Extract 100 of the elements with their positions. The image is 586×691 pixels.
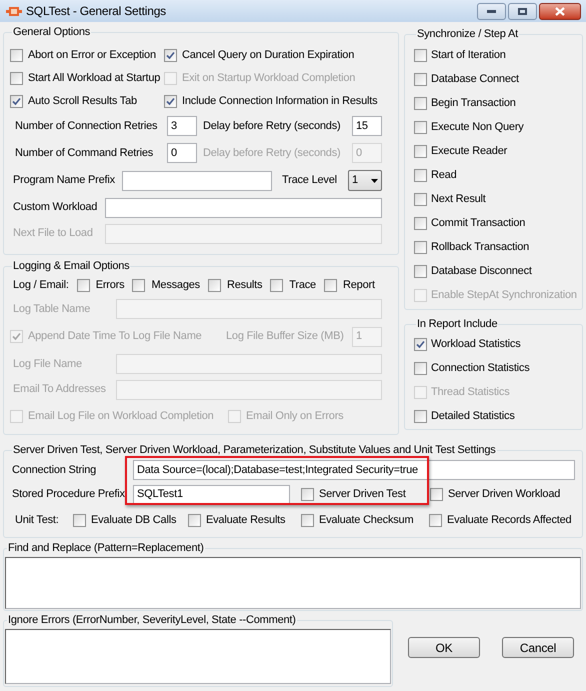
checkbox[interactable]: [414, 73, 427, 86]
checkbox-label: Start All Workload at Startup: [28, 70, 160, 86]
text-field[interactable]: [105, 198, 382, 218]
checkbox-label: Report: [342, 278, 375, 294]
dropdown-arrow-icon: [371, 178, 378, 182]
window-title: SQLTest - General Settings: [26, 3, 166, 20]
checkbox[interactable]: [73, 514, 86, 527]
checkbox[interactable]: [414, 145, 427, 158]
checkbox-label: Append Date Time To Log File Name: [28, 329, 202, 344]
field-label: Log Table Name: [13, 302, 92, 317]
group-title: General Options: [12, 25, 92, 40]
field-label: Program Name Prefix: [13, 173, 116, 188]
field-label: Trace Level: [282, 173, 338, 188]
checkbox[interactable]: [270, 279, 284, 292]
checkbox-label: Server Driven Workload: [448, 487, 560, 502]
checkbox-label: Database Disconnect: [431, 264, 532, 280]
checkbox[interactable]: [414, 217, 427, 230]
checkbox[interactable]: [132, 279, 146, 292]
field-label: Next File to Load: [13, 226, 94, 242]
checkbox[interactable]: [414, 169, 427, 182]
group-title: Find and Replace (Pattern=Replacement): [7, 541, 205, 556]
checkbox[interactable]: [164, 48, 177, 62]
checkbox-label: Next Result: [431, 192, 486, 208]
checkbox[interactable]: [414, 97, 427, 110]
checkbox[interactable]: [10, 94, 23, 108]
checkbox[interactable]: [188, 514, 201, 527]
find-replace-textarea[interactable]: [5, 556, 581, 608]
checkbox[interactable]: [301, 488, 314, 501]
checkbox-label: Email Log File on Workload Completion: [28, 408, 214, 424]
checkbox-label: Messages: [151, 278, 200, 294]
dialog-button[interactable]: OK: [408, 637, 480, 658]
checkbox[interactable]: [324, 279, 337, 292]
checkbox-label: Results: [226, 278, 262, 294]
field-label: Stored Procedure Prefix: [12, 487, 126, 502]
checkbox-label: Rollback Transaction: [431, 240, 530, 256]
text-field[interactable]: Data Source=(local);Database=test;Integrated Security=true: [133, 460, 575, 480]
checkbox[interactable]: [10, 72, 23, 84]
checkbox[interactable]: [430, 488, 443, 501]
checkbox-label: Include Connection Information in Results: [182, 94, 378, 109]
field-label: Number of Connection Retries: [15, 118, 158, 134]
text-field[interactable]: SQLTest1: [133, 484, 290, 504]
checkbox-label: Database Connect: [431, 72, 519, 88]
checkbox[interactable]: [414, 338, 427, 351]
minimize-button[interactable]: [477, 3, 506, 20]
checkbox-label: Exit on Startup Workload Completion: [182, 70, 356, 86]
checkbox[interactable]: [414, 410, 427, 423]
group-title: Synchronize / Step At: [416, 27, 519, 42]
checkbox-label: Workload Statistics: [431, 337, 521, 352]
checkbox[interactable]: [301, 514, 314, 527]
checkbox-label: Begin Transaction: [431, 96, 516, 112]
field-label: Number of Command Retries: [15, 146, 154, 161]
checkbox-label: Thread Statistics: [431, 385, 510, 400]
checkbox[interactable]: [164, 94, 177, 108]
checkbox[interactable]: [414, 241, 427, 254]
checkbox-label: Trace: [289, 278, 316, 294]
checkbox[interactable]: [414, 121, 427, 134]
dialog-button[interactable]: Cancel: [502, 637, 574, 658]
checkbox[interactable]: [414, 362, 427, 375]
checkbox[interactable]: [414, 265, 427, 278]
checkbox[interactable]: [414, 193, 427, 206]
checkbox-label: Detailed Statistics: [431, 409, 515, 424]
close-icon: [555, 7, 565, 16]
checkbox-label: Evaluate Records Affected: [447, 513, 572, 528]
field-label: Log File Name: [13, 356, 83, 372]
checkbox-label: Start of Iteration: [431, 48, 506, 64]
checkbox-label: Read: [431, 168, 456, 184]
text-field[interactable]: [122, 170, 272, 190]
app-icon: [6, 6, 22, 16]
checkbox-label: Enable StepAt Synchronization: [431, 288, 577, 304]
checkbox[interactable]: [76, 279, 90, 292]
field-label: Delay before Retry (seconds): [203, 118, 342, 134]
checkbox-label: Commit Transaction: [431, 216, 526, 232]
checkbox[interactable]: [10, 48, 23, 62]
checkbox-label: Email Only on Errors: [246, 408, 344, 424]
checkbox-label: Cancel Query on Duration Expiration: [182, 48, 354, 63]
text-field[interactable]: 3: [167, 116, 197, 136]
checkbox-label: Abort on Error or Exception: [28, 48, 156, 63]
text-field[interactable]: 15: [352, 116, 382, 136]
group-title: In Report Include: [416, 317, 498, 332]
close-button[interactable]: [539, 3, 581, 20]
group-title: Logging & Email Options: [12, 259, 130, 274]
checkbox-label: Evaluate DB Calls: [91, 513, 176, 528]
checkbox[interactable]: [208, 279, 221, 292]
checkbox-label: Connection Statistics: [431, 361, 530, 376]
checkbox-label: Evaluate Results: [206, 513, 286, 528]
ignore-errors-textarea[interactable]: [5, 628, 391, 684]
field-label: Email To Addresses: [13, 382, 107, 398]
trace-level-dropdown[interactable]: 1: [348, 170, 382, 191]
group-title: Ignore Errors (ErrorNumber, SeverityLevel, State --Comment): [7, 613, 297, 628]
group-title: Server Driven Test, Server Driven Workload, Parameterization, Substitute Values and Unit Test Settings: [12, 443, 497, 458]
field-label: Log File Buffer Size (MB): [226, 329, 345, 344]
field-label: Connection String: [12, 462, 98, 478]
maximize-button[interactable]: [508, 3, 537, 20]
text-field[interactable]: 0: [167, 143, 197, 163]
checkbox[interactable]: [414, 49, 427, 62]
checkbox-label: Execute Non Query: [431, 120, 524, 136]
checkbox[interactable]: [429, 514, 442, 527]
checkbox-label: Evaluate Checksum: [319, 513, 414, 528]
log-email-label: Log / Email:: [13, 278, 69, 294]
checkbox-label: Errors: [96, 278, 124, 294]
